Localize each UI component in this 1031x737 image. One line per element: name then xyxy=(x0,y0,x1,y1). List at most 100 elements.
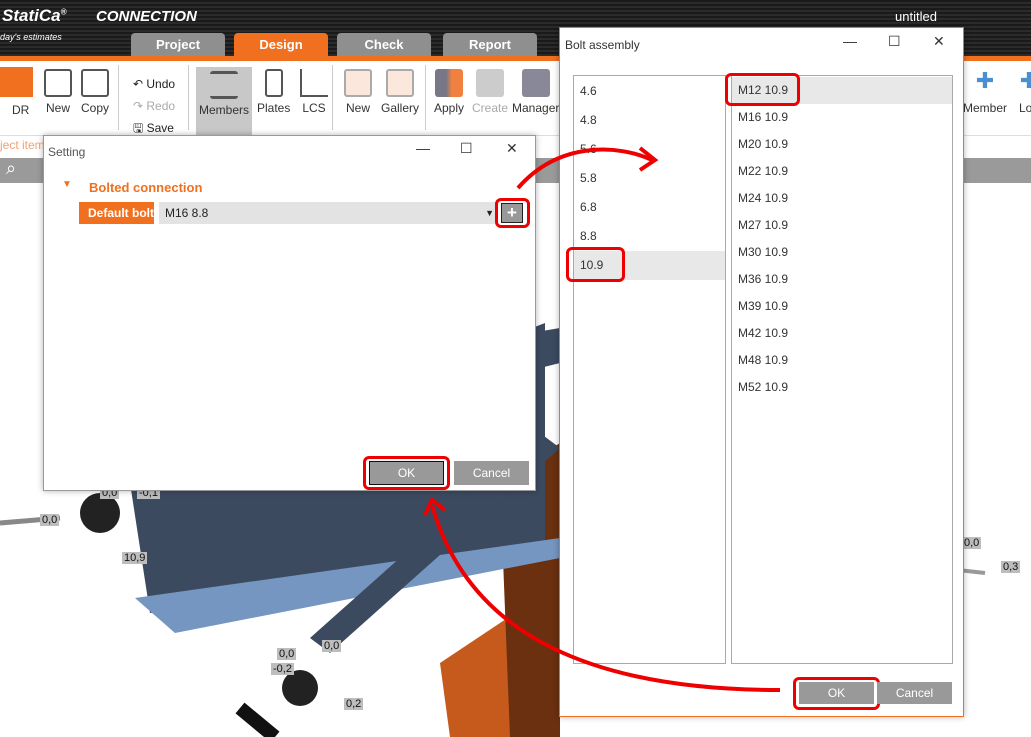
copy-button[interactable]: Copy xyxy=(81,69,109,115)
bolt-assembly-dialog: Bolt assembly — ☐ ✕ 4.6 4.8 5.6 5.8 6.8 8.8 10… xyxy=(559,27,964,717)
dr-label: DR xyxy=(12,103,30,117)
redo-button[interactable]: ↷ Redo xyxy=(133,95,175,117)
size-item[interactable]: M16 10.9 xyxy=(732,104,952,131)
highlight-box xyxy=(725,73,800,106)
gallery-label: Gallery xyxy=(381,101,420,115)
divider xyxy=(332,65,333,130)
value-label: 0,0 xyxy=(40,514,60,526)
manager-label: Manager xyxy=(512,101,560,115)
load-label: Loa xyxy=(1018,101,1031,115)
redo-label: Redo xyxy=(146,99,176,113)
create-label: Create xyxy=(472,101,509,115)
collapse-triangle-icon[interactable]: ▼ xyxy=(62,179,72,190)
divider xyxy=(188,65,189,130)
value-label: 0,3 xyxy=(1001,561,1021,573)
minimize-icon[interactable]: — xyxy=(843,33,857,49)
document-title: untitled xyxy=(895,9,937,24)
tab-report[interactable]: Report xyxy=(443,33,537,57)
lcs-button[interactable]: LCS xyxy=(300,69,328,115)
value-label: 0,2 xyxy=(344,698,364,710)
new-icon xyxy=(44,69,72,97)
grade-list[interactable]: 4.6 4.8 5.6 5.8 6.8 8.8 10.9 xyxy=(573,75,726,664)
ok-button[interactable]: OK xyxy=(369,461,444,485)
load-arrow xyxy=(235,702,280,737)
minimize-icon[interactable]: — xyxy=(416,140,430,156)
manager-icon xyxy=(521,69,550,97)
copy-label: Copy xyxy=(81,101,110,115)
size-item[interactable]: M20 10.9 xyxy=(732,131,952,158)
add-member-button[interactable]: ✚ Member xyxy=(963,68,1008,116)
size-item[interactable]: M52 10.9 xyxy=(732,374,952,401)
dialog-title: Setting xyxy=(48,145,86,159)
plates-button[interactable]: Plates xyxy=(257,69,290,115)
maximize-icon[interactable]: ☐ xyxy=(460,140,473,157)
maximize-icon[interactable]: ☐ xyxy=(888,33,901,50)
search-icon[interactable]: ⌕ xyxy=(6,158,16,179)
default-bolt-label: Default bolt xyxy=(79,202,154,224)
grade-item[interactable]: 4.6 xyxy=(574,77,725,106)
value-label: 10,9 xyxy=(122,552,148,564)
create-button[interactable]: Create xyxy=(472,69,508,115)
load-add-icon: ✚ xyxy=(1019,68,1031,93)
copy-icon xyxy=(81,69,109,97)
apply-icon xyxy=(435,69,464,97)
new-picture-button[interactable]: New xyxy=(344,69,372,115)
new-label: New xyxy=(45,101,70,115)
size-item[interactable]: M24 10.9 xyxy=(732,185,952,212)
size-item[interactable]: M39 10.9 xyxy=(732,293,952,320)
members-label: Members xyxy=(198,103,249,117)
tab-design[interactable]: Design xyxy=(234,33,328,57)
value-label: -0,2 xyxy=(271,663,294,675)
tab-check[interactable]: Check xyxy=(337,33,431,57)
grade-item[interactable]: 5.8 xyxy=(574,164,725,193)
logo-text: StatiCa xyxy=(2,6,61,25)
dialog-title: Bolt assembly xyxy=(565,38,640,52)
value-label: 0,0 xyxy=(322,640,342,652)
member-label: Member xyxy=(963,101,1008,115)
size-item[interactable]: M36 10.9 xyxy=(732,266,952,293)
gallery-icon xyxy=(386,69,414,97)
new-button[interactable]: New xyxy=(44,69,72,115)
grade-item[interactable]: 5.6 xyxy=(574,135,725,164)
undo-button[interactable]: ↶ Undo xyxy=(133,73,175,95)
grade-item[interactable]: 6.8 xyxy=(574,193,725,222)
size-list[interactable]: M12 10.9 M16 10.9 M20 10.9 M22 10.9 M24 10.9… xyxy=(731,75,953,664)
tab-project[interactable]: Project xyxy=(131,33,225,57)
project-items-label: ject item xyxy=(0,138,45,152)
logo-reg: ® xyxy=(60,7,67,17)
add-load-button[interactable]: ✚ Loa xyxy=(1015,68,1031,116)
manager-button[interactable]: Manager xyxy=(512,69,559,115)
divider xyxy=(118,65,119,130)
size-item[interactable]: M27 10.9 xyxy=(732,212,952,239)
close-icon[interactable]: ✕ xyxy=(933,33,945,50)
undo-group: ↶ Undo ↷ Redo 🖫 Save xyxy=(133,73,175,139)
chevron-down-icon: ▼ xyxy=(485,208,494,218)
undo-label: Undo xyxy=(146,77,176,91)
moment-gizmo xyxy=(80,493,120,533)
gallery-button[interactable]: Gallery xyxy=(381,69,419,115)
cancel-button[interactable]: Cancel xyxy=(877,682,952,704)
grade-item[interactable]: 4.8 xyxy=(574,106,725,135)
value-label: 0,0 xyxy=(962,537,982,549)
members-button[interactable]: Members xyxy=(196,67,252,135)
add-bolt-button[interactable]: + xyxy=(501,203,523,223)
highlight-box xyxy=(566,247,625,282)
size-item[interactable]: M30 10.9 xyxy=(732,239,952,266)
apply-button[interactable]: Apply xyxy=(434,69,464,115)
save-label: Save xyxy=(146,121,174,135)
plates-label: Plates xyxy=(257,101,291,115)
size-item[interactable]: M22 10.9 xyxy=(732,158,952,185)
moment-gizmo xyxy=(282,670,318,706)
default-bolt-select[interactable]: M16 8.8 ▼ xyxy=(159,202,496,224)
plates-icon xyxy=(264,69,283,97)
cancel-button[interactable]: Cancel xyxy=(454,461,529,485)
size-item[interactable]: M48 10.9 xyxy=(732,347,952,374)
divider xyxy=(425,65,426,130)
member-add-icon: ✚ xyxy=(975,68,995,93)
dr-dropdown[interactable] xyxy=(0,67,33,97)
close-icon[interactable]: ✕ xyxy=(506,140,518,157)
size-item[interactable]: M42 10.9 xyxy=(732,320,952,347)
value-label: 0,0 xyxy=(277,648,297,660)
ok-button[interactable]: OK xyxy=(799,682,874,704)
tagline: day's estimates xyxy=(0,32,62,42)
